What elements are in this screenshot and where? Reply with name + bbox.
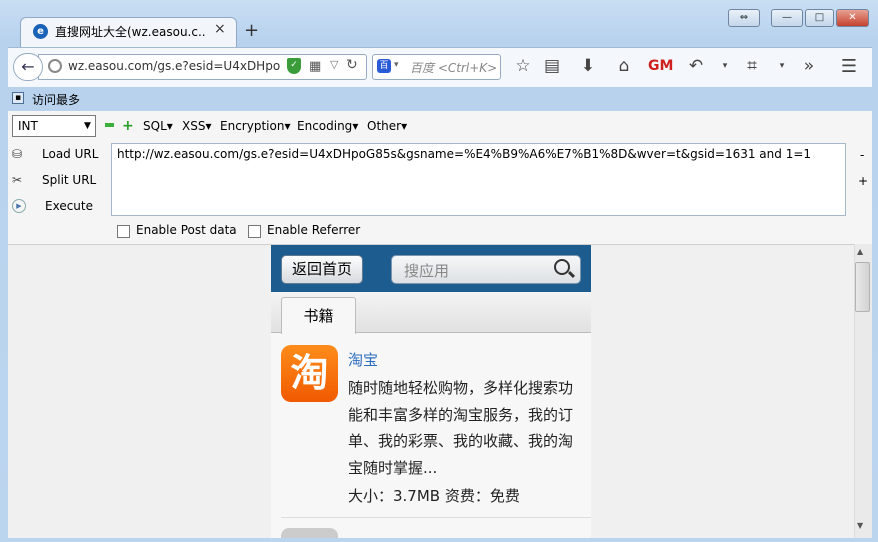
next-app-icon[interactable] [281,528,338,538]
app-size-fee: 大小：3.7MB 资费：免费 [348,487,520,505]
new-tab-button[interactable]: + [244,20,259,41]
download-icon[interactable]: ⬇ [577,56,599,76]
history-dropdown-icon[interactable]: ▽ [330,58,338,71]
decrement-icon[interactable] [105,123,114,127]
tab-books[interactable]: 书籍 [281,297,356,334]
split-url-icon[interactable]: ✂ [12,173,22,187]
most-visited-folder-icon: ▪ [12,92,24,104]
hackbar-url-textarea[interactable]: http://wz.easou.com/gs.e?esid=U4xDHpoG85… [111,143,846,216]
post-data-checkbox[interactable] [117,225,130,238]
load-url-button[interactable]: Load URL [42,147,98,161]
shield-icon[interactable]: ✓ [287,58,301,74]
site-favicon-icon: e [33,24,48,39]
grow-textarea-button[interactable]: + [858,174,868,188]
undo-dropdown-icon[interactable]: ▾ [714,61,736,71]
search-icon[interactable] [554,259,570,275]
search-input[interactable]: 百度 <Ctrl+K> [410,59,498,76]
menu-encryption[interactable]: Encryption▾ [220,119,290,133]
tab-close-icon[interactable]: × [214,21,226,37]
overflow-chevron-icon[interactable]: » [798,56,820,76]
screenshot-crop-icon[interactable]: ⌗ [741,56,763,76]
referrer-checkbox[interactable] [248,225,261,238]
window-minimize-button[interactable]: — [771,9,803,27]
app-search-placeholder[interactable]: 搜应用 [404,260,449,281]
menu-encoding[interactable]: Encoding▾ [297,119,358,133]
undo-close-tab-icon[interactable]: ↶ [685,56,707,76]
execute-button[interactable]: Execute [45,199,93,213]
reading-list-icon[interactable]: ▤ [541,56,563,76]
post-data-label: Enable Post data [136,223,237,237]
shrink-textarea-button[interactable]: - [860,148,864,162]
menu-sql[interactable]: SQL▾ [143,119,173,133]
reload-icon[interactable]: ↻ [346,57,358,73]
referrer-label: Enable Referrer [267,223,361,237]
menu-xss[interactable]: XSS▾ [182,119,212,133]
bookmark-star-icon[interactable]: ☆ [512,56,534,76]
execute-icon[interactable]: ▶ [12,199,26,213]
load-url-icon[interactable]: ⛁ [12,147,22,161]
address-text[interactable]: wz.easou.com/gs.e?esid=U4xDHpoG85s [68,59,280,73]
menu-other[interactable]: Other▾ [367,119,407,133]
hamburger-menu-icon[interactable]: ☰ [838,56,860,77]
qr-code-icon[interactable]: ▦ [309,59,321,74]
bookmark-most-visited[interactable]: 访问最多 [32,91,80,108]
greasemonkey-icon[interactable]: GM [648,58,673,74]
scrollbar-thumb[interactable] [855,262,870,312]
window-maximize-button[interactable]: □ [805,9,834,27]
list-divider [281,517,591,518]
split-url-button[interactable]: Split URL [42,173,96,187]
baidu-engine-icon[interactable]: 百 [377,59,391,73]
select-arrow-icon[interactable]: ▼ [80,116,95,136]
scroll-up-icon[interactable]: ▲ [857,247,863,256]
window-close-button[interactable]: ✕ [836,9,869,27]
increment-icon[interactable]: + [122,118,134,134]
taobao-app-icon[interactable]: 淘 [281,345,338,402]
globe-icon[interactable] [48,59,62,73]
tab-title: 直搜网址大全(wz.easou.c... [55,25,205,39]
scroll-down-icon[interactable]: ▼ [857,521,863,530]
engine-dropdown-icon[interactable]: ▾ [394,60,399,70]
back-button[interactable]: ← [13,53,43,81]
home-icon[interactable]: ⌂ [613,56,635,76]
screenshot-dropdown-icon[interactable]: ▾ [771,61,793,71]
back-home-button[interactable]: 返回首页 [281,255,363,284]
app-name-link[interactable]: 淘宝 [348,349,378,370]
app-description: 随时随地轻松购物，多样化搜索功能和丰富多样的淘宝服务，我的订单、我的彩票、我的收… [348,379,574,477]
window-restore-button[interactable]: ⇔ [728,9,760,27]
